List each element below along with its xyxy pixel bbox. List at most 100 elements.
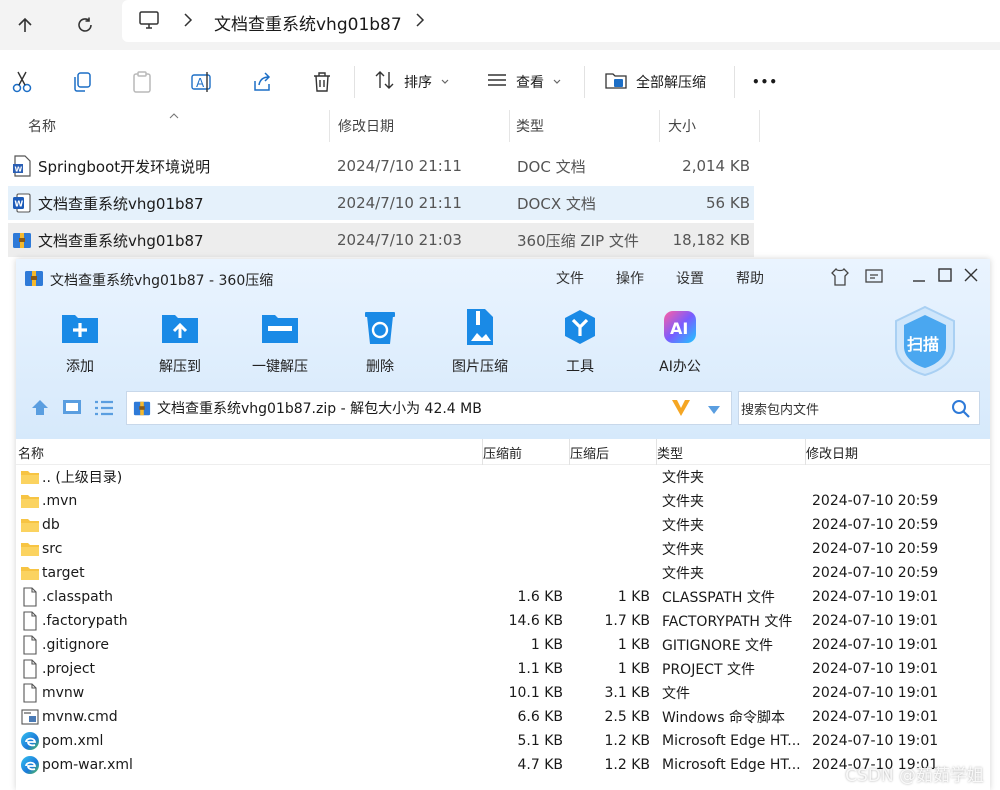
feedback-icon[interactable] bbox=[864, 268, 884, 290]
menu-operation[interactable]: 操作 bbox=[616, 268, 644, 288]
list-view-icon[interactable] bbox=[94, 400, 114, 420]
delete-button[interactable]: 删除 bbox=[340, 307, 420, 379]
extract-to-label: 解压到 bbox=[159, 359, 201, 375]
list-item[interactable]: pom-war.xml 4.7 KB 1.2 KB Microsoft Edge HT… bbox=[16, 753, 990, 777]
more-options-button[interactable]: ••• bbox=[752, 68, 778, 96]
ai-office-button[interactable]: AI AI办公 bbox=[640, 307, 720, 379]
file-row-selected[interactable]: W 文档查重系统vhg01b87 2024/7/10 21:11 DOCX 文档… bbox=[8, 186, 754, 220]
list-item[interactable]: mvnw 10.1 KB 3.1 KB 文件 2024-07-10 19:01 bbox=[16, 681, 990, 705]
refresh-icon[interactable] bbox=[68, 8, 102, 42]
list-item[interactable]: .project 1.1 KB 1 KB PROJECT 文件 2024-07-10 1… bbox=[16, 657, 990, 681]
share-icon[interactable] bbox=[248, 68, 276, 96]
item-size-before: 5.1 KB bbox=[517, 733, 564, 749]
skin-shirt-icon[interactable] bbox=[830, 267, 850, 291]
image-compress-icon bbox=[460, 307, 500, 347]
list-item[interactable]: .classpath 1.6 KB 1 KB CLASSPATH 文件 2024-07-… bbox=[16, 585, 990, 609]
tools-button[interactable]: 工具 bbox=[540, 307, 620, 379]
cut-icon[interactable] bbox=[8, 68, 36, 96]
search-icon[interactable] bbox=[951, 399, 971, 423]
add-button[interactable]: 添加 bbox=[40, 307, 120, 379]
add-folder-icon bbox=[60, 307, 100, 347]
item-size-before bbox=[482, 489, 563, 513]
item-name: .gitignore bbox=[42, 637, 109, 653]
file-row-hover[interactable]: 文档查重系统vhg01b87 2024/7/10 21:03 360压缩 ZIP… bbox=[8, 223, 754, 257]
item-size-after bbox=[569, 489, 650, 513]
maximize-icon[interactable] bbox=[938, 268, 952, 286]
up-arrow-icon[interactable] bbox=[8, 8, 42, 42]
menu-settings[interactable]: 设置 bbox=[676, 268, 704, 288]
list-item[interactable]: .mvn 文件夹 2024-07-10 20:59 bbox=[16, 489, 990, 513]
file-row[interactable]: W Springboot开发环境说明 2024/7/10 21:11 DOC 文… bbox=[8, 149, 754, 183]
item-type: Windows 命令脚本 bbox=[662, 710, 785, 726]
close-icon[interactable] bbox=[964, 268, 978, 286]
list-item[interactable]: mvnw.cmd 6.6 KB 2.5 KB Windows 命令脚本 2024-07-… bbox=[16, 705, 990, 729]
column-header-modified[interactable]: 修改日期 bbox=[330, 110, 510, 142]
column-header-name[interactable]: 名称 bbox=[8, 110, 330, 142]
column-header-before[interactable]: 压缩前 bbox=[482, 439, 568, 465]
up-level-icon[interactable] bbox=[30, 398, 50, 420]
breadcrumb-folder[interactable]: 文档查重系统vhg01b87 bbox=[214, 10, 402, 35]
minimize-icon[interactable] bbox=[912, 268, 926, 288]
word-doc-icon: W bbox=[12, 149, 32, 183]
menu-file[interactable]: 文件 bbox=[556, 268, 584, 288]
column-header-type[interactable]: 类型 bbox=[510, 110, 660, 142]
item-type: PROJECT 文件 bbox=[662, 662, 755, 678]
column-header-modified[interactable]: 修改日期 bbox=[805, 439, 990, 465]
extract-all-button[interactable]: 全部解压缩 bbox=[604, 68, 706, 96]
item-size-before bbox=[482, 537, 563, 561]
item-size-after: 1 KB bbox=[617, 637, 650, 653]
file-size: 2,014 KB bbox=[682, 157, 750, 175]
list-item[interactable]: pom.xml 5.1 KB 1.2 KB Microsoft Edge HT... 2… bbox=[16, 729, 990, 753]
add-label: 添加 bbox=[66, 359, 94, 375]
column-header-size[interactable]: 大小 bbox=[660, 110, 760, 142]
scan-button[interactable]: 扫描 bbox=[890, 303, 960, 379]
item-size-after: 1 KB bbox=[617, 661, 650, 677]
delete-icon[interactable] bbox=[308, 68, 336, 96]
v-verified-icon[interactable] bbox=[671, 398, 691, 422]
thumbnail-view-icon[interactable] bbox=[62, 399, 82, 419]
scan-label: 扫描 bbox=[907, 335, 940, 354]
list-item[interactable]: target 文件夹 2024-07-10 20:59 bbox=[16, 561, 990, 585]
address-bar[interactable]: 文档查重系统vhg01b87 bbox=[122, 0, 1000, 42]
cmd-script-icon bbox=[20, 705, 40, 729]
item-type: 文件夹 bbox=[662, 542, 704, 558]
item-modified: 2024-07-10 19:01 bbox=[812, 733, 939, 749]
rename-icon[interactable]: A bbox=[188, 68, 216, 96]
list-item[interactable]: .gitignore 1 KB 1 KB GITIGNORE 文件 2024-07-10… bbox=[16, 633, 990, 657]
chevron-down-icon bbox=[552, 74, 562, 90]
separator bbox=[734, 66, 735, 98]
search-input[interactable]: 搜索包内文件 bbox=[738, 391, 980, 425]
chevron-right-icon[interactable] bbox=[414, 11, 426, 33]
item-size-before bbox=[482, 561, 563, 585]
item-name: .classpath bbox=[42, 589, 114, 605]
list-item[interactable]: .factorypath 14.6 KB 1.7 KB FACTORYPATH 文件 2… bbox=[16, 609, 990, 633]
list-item[interactable]: src 文件夹 2024-07-10 20:59 bbox=[16, 537, 990, 561]
item-name: mvnw bbox=[42, 685, 85, 701]
chevron-right-icon[interactable] bbox=[182, 11, 194, 33]
item-size-after bbox=[569, 561, 650, 585]
file-size: 18,182 KB bbox=[672, 231, 750, 249]
column-header-after[interactable]: 压缩后 bbox=[569, 439, 655, 465]
file-icon bbox=[20, 609, 40, 633]
archive-path-field[interactable]: 文档查重系统vhg01b87.zip - 解包大小为 42.4 MB bbox=[126, 391, 732, 425]
image-compress-button[interactable]: 图片压缩 bbox=[440, 307, 520, 379]
item-type: GITIGNORE 文件 bbox=[662, 638, 774, 654]
view-button[interactable]: 查看 bbox=[486, 68, 562, 96]
paste-icon[interactable] bbox=[128, 68, 156, 96]
item-name: pom-war.xml bbox=[42, 757, 133, 773]
extract-to-button[interactable]: 解压到 bbox=[140, 307, 220, 379]
copy-icon[interactable] bbox=[68, 68, 96, 96]
list-item[interactable]: db 文件夹 2024-07-10 20:59 bbox=[16, 513, 990, 537]
column-header-name[interactable]: 名称 bbox=[18, 439, 44, 465]
one-click-extract-button[interactable]: 一键解压 bbox=[240, 307, 320, 379]
list-item[interactable]: .. (上级目录) 文件夹 bbox=[16, 465, 990, 489]
menu-help[interactable]: 帮助 bbox=[736, 268, 764, 288]
window-title: 文档查重系统vhg01b87 - 360压缩 bbox=[50, 273, 274, 289]
column-header-type[interactable]: 类型 bbox=[656, 439, 804, 465]
sort-button[interactable]: 排序 bbox=[374, 68, 450, 96]
item-size-after: 2.5 KB bbox=[604, 709, 651, 725]
app-logo-icon bbox=[24, 268, 44, 292]
item-modified: 2024-07-10 20:59 bbox=[812, 565, 939, 581]
command-bar: A 排序 查看 全部解压缩 ••• bbox=[0, 56, 1000, 108]
dropdown-arrow-icon[interactable] bbox=[707, 403, 721, 419]
